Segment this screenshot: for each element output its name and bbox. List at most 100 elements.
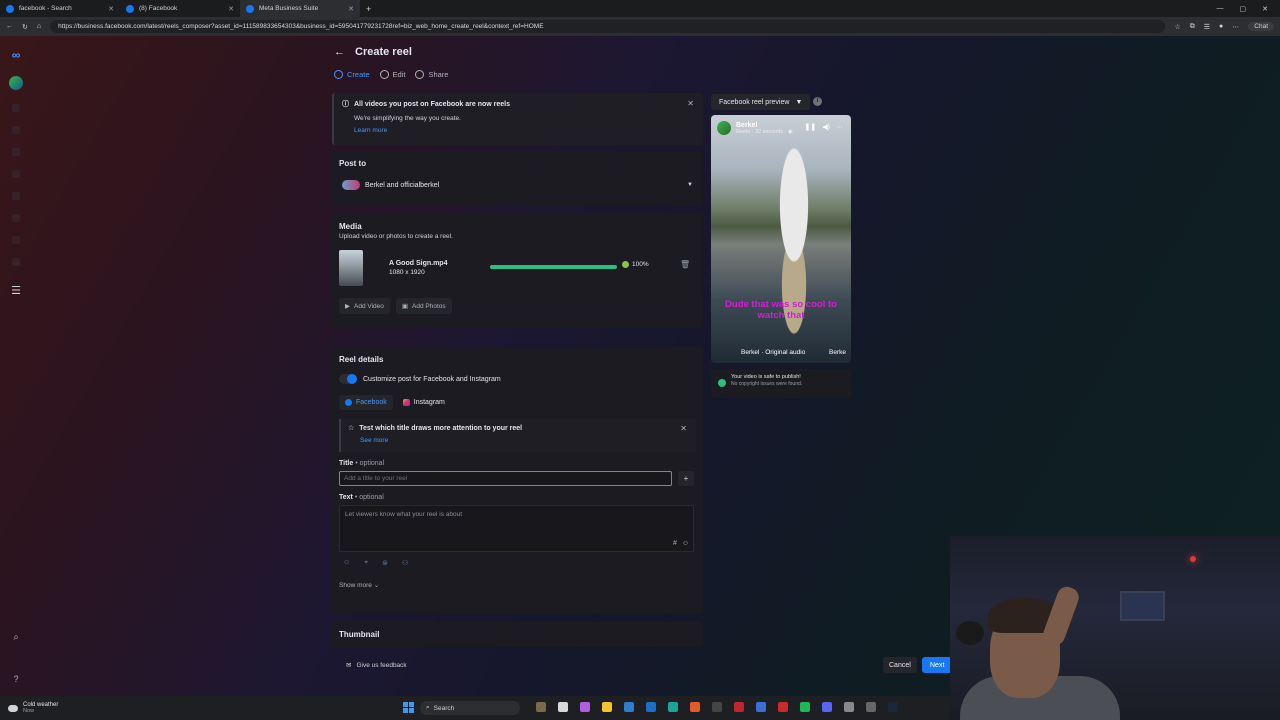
feedback-button[interactable]: ✉ Give us feedback: [346, 661, 407, 670]
location-icon[interactable]: ⌖: [364, 559, 368, 567]
step-share[interactable]: Share: [415, 70, 448, 79]
hashtag-icon[interactable]: #: [673, 540, 677, 547]
browser-tab-active[interactable]: Meta Business Suite ✕: [240, 0, 360, 17]
step-create[interactable]: Create: [334, 70, 370, 79]
pause-icon[interactable]: ❚❚: [805, 123, 817, 131]
text-placeholder: Let viewers know what your reel is about: [345, 511, 463, 518]
favorite-icon[interactable]: ☆: [1174, 23, 1180, 31]
back-arrow-icon[interactable]: ←: [334, 46, 345, 58]
new-tab-icon[interactable]: +: [360, 4, 377, 14]
nav-home-icon[interactable]: [12, 104, 20, 112]
file-name: A Good Sign.mp4: [389, 260, 448, 267]
more-icon[interactable]: ⋯: [1232, 23, 1239, 31]
emoji-icon[interactable]: ☺: [682, 540, 689, 547]
browser-tab[interactable]: facebook - Search ✕: [0, 0, 120, 17]
volume-icon[interactable]: ◀): [822, 123, 830, 131]
widgets-icon[interactable]: [536, 702, 546, 712]
see-more-link[interactable]: See more: [360, 437, 689, 444]
app-icon[interactable]: [756, 702, 766, 712]
preview-dropdown[interactable]: Facebook reel preview ▼: [711, 94, 811, 110]
cancel-button[interactable]: Cancel: [883, 657, 917, 673]
edge-icon[interactable]: [668, 702, 678, 712]
chat-button[interactable]: Chat: [1248, 22, 1274, 31]
profile-icon[interactable]: ●: [1219, 23, 1223, 30]
tag-icon[interactable]: ⊜: [382, 559, 388, 567]
nav-content-icon[interactable]: [12, 148, 20, 156]
step-label: Share: [428, 70, 449, 79]
add-photos-label: Add Photos: [412, 302, 446, 310]
steam-icon[interactable]: [888, 702, 898, 712]
tab-instagram[interactable]: Instagram: [397, 395, 451, 410]
audio-tag: Berke: [829, 349, 846, 356]
collaborator-icon[interactable]: ⚇: [402, 559, 408, 567]
title-input[interactable]: [339, 471, 672, 486]
more-icon[interactable]: ⋯: [836, 123, 843, 131]
extensions-icon[interactable]: ⧉: [1190, 23, 1195, 31]
obs-icon[interactable]: [844, 702, 854, 712]
close-icon[interactable]: ✕: [680, 424, 687, 433]
feeling-icon[interactable]: ☺: [343, 559, 350, 567]
store-icon[interactable]: [624, 702, 634, 712]
windows-start-icon[interactable]: [403, 702, 414, 713]
close-window-icon[interactable]: ✕: [1262, 5, 1268, 13]
add-photos-button[interactable]: ▣ Add Photos: [395, 298, 452, 314]
url-field[interactable]: https://business.facebook.com/latest/ree…: [50, 20, 1166, 33]
collections-icon[interactable]: ☰: [1204, 23, 1210, 31]
nav-notifications-icon[interactable]: [12, 126, 20, 134]
post-to-dropdown[interactable]: Berkel and officialberkel ▼: [339, 178, 696, 192]
close-icon[interactable]: ✕: [108, 5, 114, 13]
reload-icon[interactable]: ↻: [22, 23, 28, 31]
nav-ads-icon[interactable]: [12, 214, 20, 222]
step-edit[interactable]: Edit: [379, 70, 405, 79]
show-more-button[interactable]: Show more ⌄: [339, 581, 696, 589]
weather-widget[interactable]: Cold weather Now: [8, 702, 58, 714]
uploaded-file-row: A Good Sign.mp4 1080 x 1920 100% 🗑: [339, 248, 696, 288]
file-explorer-icon[interactable]: [602, 702, 612, 712]
firefox-icon[interactable]: [690, 702, 700, 712]
minimize-icon[interactable]: —: [1217, 5, 1224, 13]
tab-facebook[interactable]: Facebook: [339, 395, 393, 410]
customize-toggle[interactable]: [339, 374, 357, 384]
meta-logo-icon[interactable]: ∞: [12, 48, 21, 62]
nav-tools-icon[interactable]: [12, 258, 20, 266]
acrobat-icon[interactable]: [734, 702, 744, 712]
account-avatar[interactable]: [9, 76, 23, 90]
maximize-icon[interactable]: ▢: [1240, 5, 1247, 13]
meta-tab-icon: [246, 4, 254, 13]
back-icon[interactable]: ←: [6, 23, 13, 30]
facebook-icon: [345, 399, 352, 406]
tab-title: Meta Business Suite: [259, 5, 319, 12]
app-icon[interactable]: [778, 702, 788, 712]
mail-icon[interactable]: [646, 702, 656, 712]
add-title-button[interactable]: +: [678, 471, 694, 486]
browser-tab[interactable]: (8) Facebook ✕: [120, 0, 240, 17]
taskbar-search[interactable]: ⌕ Search: [420, 701, 520, 715]
home-icon[interactable]: ⌂: [37, 23, 41, 30]
nav-inbox-icon[interactable]: [12, 192, 20, 200]
app-icon[interactable]: [866, 702, 876, 712]
tab-title: facebook - Search: [19, 5, 72, 12]
spotify-icon[interactable]: [800, 702, 810, 712]
menu-icon[interactable]: ☰: [11, 284, 21, 297]
nav-insights-icon[interactable]: [12, 236, 20, 244]
learn-more-link[interactable]: Learn more: [354, 127, 695, 134]
nav-calendar-icon[interactable]: [12, 170, 20, 178]
app-icon[interactable]: [712, 702, 722, 712]
info-icon[interactable]: i: [813, 97, 822, 106]
close-icon[interactable]: ✕: [348, 5, 354, 13]
trash-icon[interactable]: 🗑: [680, 260, 690, 269]
next-button[interactable]: Next: [922, 657, 953, 673]
add-video-button[interactable]: ▶ Add Video: [339, 298, 390, 314]
taskbar-search-label: Search: [433, 704, 455, 712]
section-heading: Post to: [339, 159, 367, 168]
help-icon[interactable]: ?: [13, 674, 18, 684]
close-icon[interactable]: ✕: [687, 99, 694, 108]
text-field[interactable]: Let viewers know what your reel is about…: [339, 505, 694, 552]
copilot-icon[interactable]: [580, 702, 590, 712]
task-view-icon[interactable]: [558, 702, 568, 712]
search-icon[interactable]: ⌕: [13, 632, 19, 643]
discord-icon[interactable]: [822, 702, 832, 712]
close-icon[interactable]: ✕: [228, 5, 234, 13]
add-video-label: Add Video: [354, 302, 384, 310]
title-test-banner: ☆ Test which title draws more attention …: [339, 419, 696, 452]
